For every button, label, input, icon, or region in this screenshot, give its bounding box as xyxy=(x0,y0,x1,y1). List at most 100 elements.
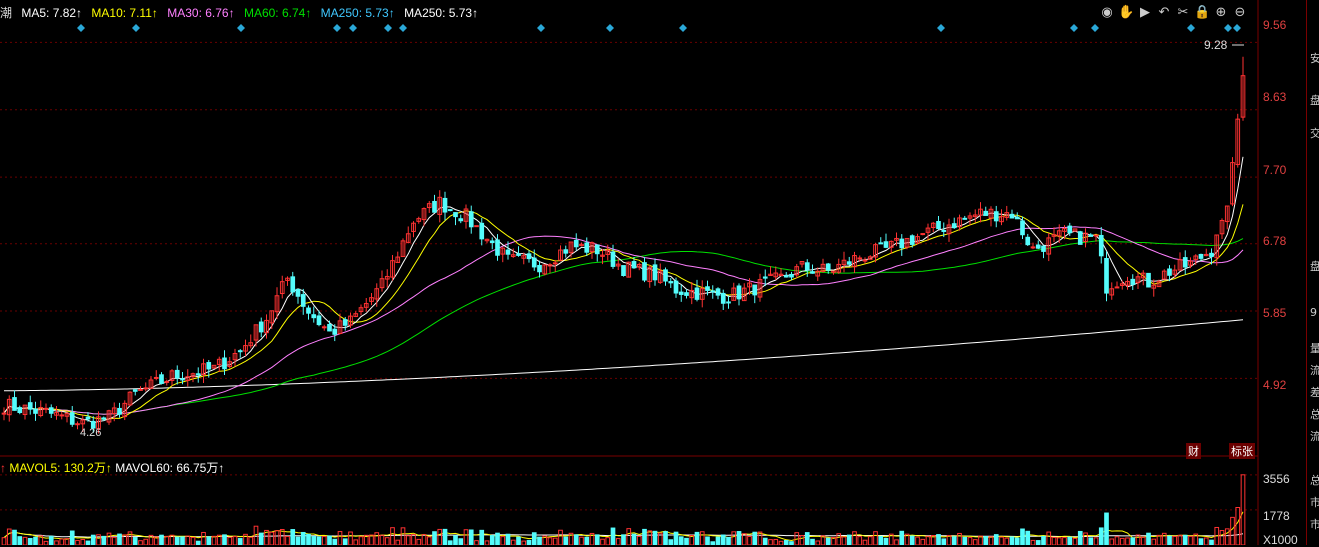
candle-body xyxy=(1182,257,1188,268)
candle-body xyxy=(715,288,721,296)
volume-bar xyxy=(369,534,374,545)
hand-icon[interactable]: ✋ xyxy=(1118,5,1134,21)
volume-bar xyxy=(505,533,511,545)
finance-tag[interactable]: 财 xyxy=(1186,443,1201,459)
event-marker-icon xyxy=(399,24,407,32)
volume-bar xyxy=(615,538,621,545)
volume-bar xyxy=(185,535,191,545)
volume-bar xyxy=(531,532,537,545)
volume-bar xyxy=(999,536,1004,545)
zoom-in-icon[interactable]: ⊕ xyxy=(1213,5,1229,21)
volume-bar xyxy=(337,531,343,545)
volume-bar xyxy=(715,536,721,545)
volume-bar xyxy=(636,535,642,545)
candle-body xyxy=(610,251,616,267)
sidebar-char: 安 xyxy=(1310,52,1319,65)
candle-body xyxy=(1146,272,1151,288)
candle-body xyxy=(489,240,495,244)
volume-bar xyxy=(421,534,427,545)
sidebar-char: 量 xyxy=(1310,342,1319,355)
candle-body xyxy=(300,294,306,307)
lock-icon[interactable]: 🔒 xyxy=(1194,5,1210,21)
volume-bar xyxy=(1072,537,1078,545)
volume-bar xyxy=(285,535,290,545)
ma60-line xyxy=(3,238,1244,415)
candle-body xyxy=(290,276,296,293)
scissors-icon[interactable]: ✂ xyxy=(1175,5,1191,21)
candle-body xyxy=(936,220,941,230)
volume-bar xyxy=(558,529,563,545)
volume-bar xyxy=(894,539,899,545)
event-marker-icon xyxy=(1187,24,1195,32)
volume-bar xyxy=(453,535,458,545)
candle-body xyxy=(1088,234,1094,237)
volume-bar xyxy=(1146,532,1151,545)
volume-bar xyxy=(426,536,432,545)
candle-body xyxy=(237,350,243,353)
candle-body xyxy=(1077,231,1083,245)
ma-legend: 潮 MA5: 7.82↑ MA10: 7.11↑ MA30: 6.76↑ MA6… xyxy=(0,4,484,21)
volume-tick: 1778 xyxy=(1263,509,1290,523)
volume-bar xyxy=(810,538,815,545)
candle-body xyxy=(117,407,122,415)
undo-icon[interactable]: ↶ xyxy=(1156,5,1172,21)
candle-body xyxy=(85,416,91,420)
candle-body xyxy=(909,235,915,245)
volume-bar xyxy=(237,538,243,545)
volume-bar xyxy=(117,533,122,545)
candle-body xyxy=(594,244,600,255)
volume-bar xyxy=(1114,536,1120,545)
legend-ma10: MA10: 7.11↑ xyxy=(91,6,158,20)
candle-body xyxy=(678,291,684,295)
volume-bar xyxy=(720,534,726,545)
candle-body xyxy=(789,273,794,278)
volume-bar xyxy=(1051,536,1057,545)
candle-body xyxy=(862,259,868,262)
legend-prefix: 潮 xyxy=(0,6,13,20)
volume-bar xyxy=(432,531,437,545)
volume-bar xyxy=(1062,537,1067,545)
limit-up-tag[interactable]: 标张 xyxy=(1229,443,1255,459)
volume-bar xyxy=(384,537,390,545)
min-price-label: 4.26 xyxy=(80,427,102,439)
play-icon[interactable]: ▶ xyxy=(1137,5,1153,21)
volume-bar xyxy=(862,539,868,545)
candle-body xyxy=(1009,213,1015,219)
candle-body xyxy=(48,407,54,414)
legend-ma60: MA60: 6.74↑ xyxy=(243,6,312,20)
price-tick: 7.70 xyxy=(1263,163,1287,177)
chart-toolbar: ◉ ✋ ▶ ↶ ✂ 🔒 ⊕ ⊖ xyxy=(1099,5,1248,21)
event-marker-icon xyxy=(1233,24,1241,32)
volume-bar xyxy=(909,535,915,545)
volume-bar xyxy=(327,535,332,545)
candle-body xyxy=(552,262,558,265)
volume-bar xyxy=(300,531,306,545)
candle-body xyxy=(705,286,710,291)
price-tick: 9.56 xyxy=(1263,18,1287,32)
volume-bar xyxy=(1,537,7,545)
volume-bar xyxy=(852,531,857,545)
volume-bar xyxy=(1151,538,1157,545)
zoom-out-icon[interactable]: ⊖ xyxy=(1232,5,1248,21)
candle-body xyxy=(652,264,658,281)
volume-bar xyxy=(663,531,668,545)
volume-bar xyxy=(22,536,28,545)
candle-body xyxy=(1020,220,1025,236)
volume-bar xyxy=(159,534,164,545)
volume-bars xyxy=(1,474,1246,545)
candle-body xyxy=(563,249,569,254)
volume-bar xyxy=(442,528,448,545)
volume-bar xyxy=(1135,534,1141,545)
volume-bar xyxy=(274,530,280,545)
volume-bar xyxy=(673,531,679,545)
legend-mavol5: MAVOL5: 130.2万↑ xyxy=(9,461,112,475)
candle-body xyxy=(43,407,49,410)
eye-icon[interactable]: ◉ xyxy=(1099,5,1115,21)
volume-bar xyxy=(804,532,810,545)
volume-bar xyxy=(211,535,217,545)
candle-body xyxy=(222,357,227,370)
volume-bar xyxy=(232,536,238,545)
candle-body xyxy=(878,242,884,245)
sidebar-char: 总 xyxy=(1310,408,1319,421)
event-marker-icon xyxy=(349,24,357,32)
